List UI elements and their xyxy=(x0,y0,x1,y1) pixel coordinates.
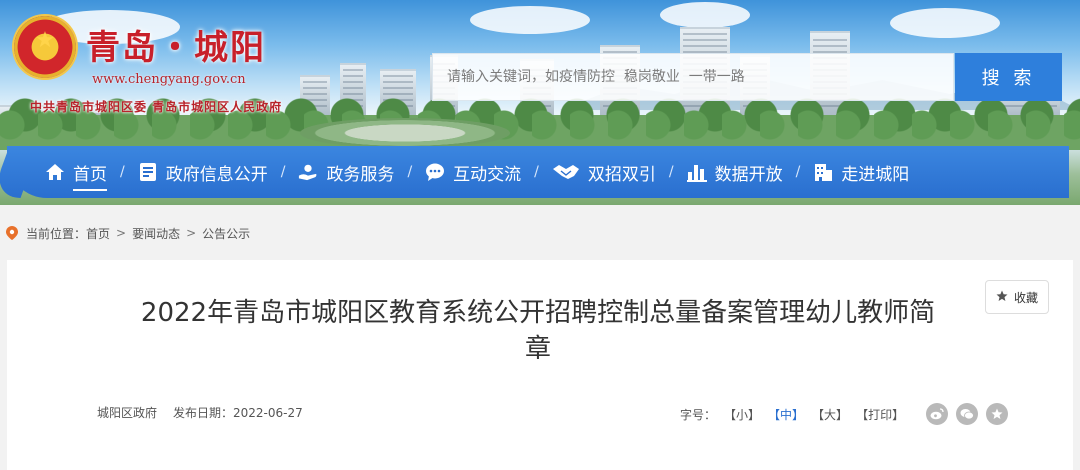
bar-chart-icon xyxy=(686,162,707,182)
favorite-label: 收藏 xyxy=(1013,290,1038,305)
article-tools: 字号： 【小】 【中】 【大】 【打印】 xyxy=(680,403,1009,425)
main-nav: 首页 / 政府信息公开 / 政务服务 / 互动交流 / 双招双引 / 数据开放 … xyxy=(7,146,1069,198)
nav-label: 走进城阳 xyxy=(841,164,910,185)
breadcrumb-link-home[interactable]: 首页 xyxy=(86,225,110,242)
article-title-line: 2022年青岛市城阳区教育系统公开招聘控制总量备案管理幼儿教师简 xyxy=(140,298,936,328)
cloud-decoration xyxy=(470,6,590,34)
article-title: 2022年青岛市城阳区教育系统公开招聘控制总量备案管理幼儿教师简 章 xyxy=(123,295,953,367)
nav-label: 首页 xyxy=(73,160,107,191)
article-date: 发布日期：2022-06-27 xyxy=(173,406,303,420)
hand-service-icon xyxy=(298,162,318,182)
search-button[interactable]: 搜 索 xyxy=(955,53,1062,101)
chat-icon xyxy=(425,162,445,182)
breadcrumb-separator: > xyxy=(116,226,127,240)
home-icon xyxy=(45,162,65,182)
article-source: 城阳区政府 xyxy=(97,406,158,420)
search-box xyxy=(432,53,954,101)
font-size-medium[interactable]: 【中】 xyxy=(768,406,804,423)
building-icon xyxy=(813,162,833,182)
article-panel: 2022年青岛市城阳区教育系统公开招聘控制总量备案管理幼儿教师简 章 收藏 城阳… xyxy=(7,260,1073,470)
nav-item-open-data[interactable]: 数据开放 xyxy=(686,146,783,198)
national-emblem-icon xyxy=(14,16,76,78)
breadcrumb-separator: > xyxy=(186,226,197,240)
wechat-share-icon[interactable] xyxy=(956,403,979,425)
article-title-line: 章 xyxy=(524,334,551,364)
star-icon xyxy=(996,290,1008,305)
nav-separator: / xyxy=(795,164,801,180)
cloud-decoration xyxy=(660,2,750,28)
site-subtitle: 中共青岛市城阳区委 青岛市城阳区人民政府 xyxy=(30,100,283,114)
font-size-large[interactable]: 【大】 xyxy=(812,406,848,423)
nav-separator: / xyxy=(668,164,674,180)
site-title[interactable]: 青岛・城阳 xyxy=(86,20,266,69)
breadcrumb-prefix: 当前位置： xyxy=(26,226,87,241)
breadcrumb-link-notices[interactable]: 公告公示 xyxy=(202,225,250,242)
breadcrumb-link-news[interactable]: 要闻动态 xyxy=(132,225,180,242)
font-size-small[interactable]: 【小】 xyxy=(724,406,760,423)
cloud-decoration xyxy=(890,8,1000,38)
favorite-button[interactable]: 收藏 xyxy=(985,280,1049,314)
nav-label: 互动交流 xyxy=(453,164,522,185)
article-meta: 城阳区政府 发布日期：2022-06-27 xyxy=(97,404,303,421)
nav-label: 双招双引 xyxy=(587,164,656,185)
nav-item-about[interactable]: 走进城阳 xyxy=(813,146,909,198)
favorite-share-icon[interactable] xyxy=(986,403,1009,425)
nav-item-investment[interactable]: 双招双引 xyxy=(552,146,656,198)
breadcrumb: 当前位置： 首页 > 要闻动态 > 公告公示 xyxy=(0,222,250,244)
plaza-decoration xyxy=(300,118,510,148)
print-button[interactable]: 【打印】 xyxy=(856,406,904,423)
location-pin-icon xyxy=(6,226,18,240)
site-url: www.chengyang.gov.cn xyxy=(92,72,246,87)
nav-item-gov-info[interactable]: 政府信息公开 xyxy=(138,146,268,198)
nav-label: 政务服务 xyxy=(326,164,395,185)
nav-separator: / xyxy=(280,164,286,180)
document-icon xyxy=(138,162,158,182)
nav-item-home[interactable]: 首页 xyxy=(45,146,107,198)
nav-item-services[interactable]: 政务服务 xyxy=(298,146,394,198)
font-size-label: 字号： xyxy=(680,407,717,422)
weibo-share-icon[interactable] xyxy=(926,403,949,425)
nav-item-interaction[interactable]: 互动交流 xyxy=(425,146,521,198)
nav-separator: / xyxy=(120,164,125,180)
handshake-icon xyxy=(552,162,580,182)
nav-separator: / xyxy=(407,164,413,180)
nav-separator: / xyxy=(534,164,539,180)
search-input[interactable] xyxy=(433,54,953,100)
nav-label: 数据开放 xyxy=(714,164,783,185)
share-buttons xyxy=(926,403,1009,425)
nav-label: 政府信息公开 xyxy=(165,164,268,185)
